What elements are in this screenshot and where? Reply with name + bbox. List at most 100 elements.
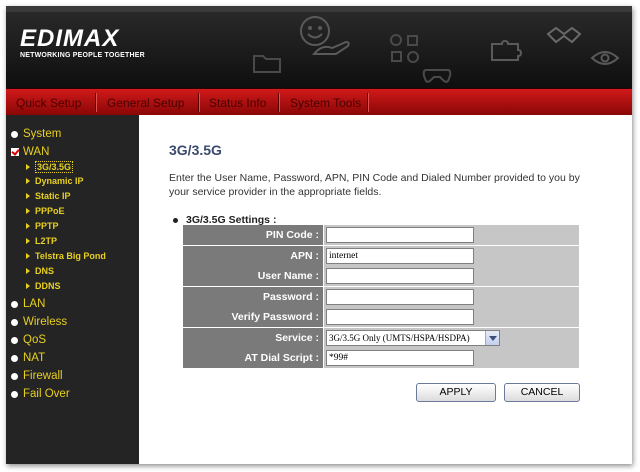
tab-quick-setup[interactable]: Quick Setup: [16, 93, 81, 113]
sidebar-subitem-pptp[interactable]: PPTP: [26, 221, 59, 231]
logo-tagline: NETWORKING PEOPLE TOGETHER: [20, 52, 145, 59]
sidebar-item-label: Wireless: [23, 316, 68, 328]
password-input[interactable]: [326, 288, 474, 305]
subitem-label: Dynamic IP: [35, 176, 84, 186]
subitem-label: DDNS: [35, 281, 61, 291]
field-label: PIN Code :: [183, 225, 323, 245]
subitem-label: DNS: [35, 266, 55, 276]
form-row-password: Password :: [183, 286, 579, 307]
nav-separator: [367, 93, 369, 112]
bullet-icon: [173, 217, 178, 223]
field-cell: [324, 225, 579, 245]
sidebar-item-lan[interactable]: LAN: [11, 298, 45, 310]
triangle-right-icon: [26, 178, 30, 184]
nav-separator: [95, 93, 97, 112]
sidebar-item-system[interactable]: System: [11, 128, 61, 140]
gamepad-icon: [422, 69, 452, 83]
field-cell: [324, 245, 579, 266]
field-cell: [324, 266, 579, 286]
sidebar-subitem-3g[interactable]: 3G/3.5G: [26, 161, 74, 173]
sidebar-subitem-l2tp[interactable]: L2TP: [26, 236, 57, 246]
chevron-down-icon[interactable]: [485, 330, 499, 345]
pin-code-input[interactable]: [326, 227, 474, 243]
tab-general-setup[interactable]: General Setup: [107, 93, 184, 113]
verify-password-input[interactable]: [326, 309, 474, 325]
sidebar-item-label: QoS: [23, 334, 47, 346]
brand-logo: EDIMAX NETWORKING PEOPLE TOGETHER: [20, 25, 145, 60]
form-row-user-name: User Name :: [183, 266, 579, 287]
triangle-right-icon: [26, 193, 30, 199]
sidebar-subitem-telstra[interactable]: Telstra Big Pond: [26, 251, 106, 261]
triangle-right-icon: [26, 223, 30, 229]
tab-system-tools[interactable]: System Tools: [290, 93, 361, 113]
field-label: Service :: [183, 327, 323, 348]
settings-form: PIN Code : APN : User Name : Password :: [183, 225, 579, 369]
field-label: AT Dial Script :: [183, 348, 323, 368]
form-row-apn: APN :: [183, 245, 579, 266]
sidebar-item-label: LAN: [23, 298, 46, 310]
form-row-service: Service : 3G/3.5G Only (UMTS/HSPA/HSDPA): [183, 327, 579, 348]
sidebar-subitem-static-ip[interactable]: Static IP: [26, 191, 71, 201]
bullet-icon: [11, 372, 18, 380]
sidebar-item-fail-over[interactable]: Fail Over: [11, 388, 70, 400]
sidebar-item-label: Firewall: [23, 370, 63, 382]
page-description: Enter the User Name, Password, APN, PIN …: [169, 172, 580, 198]
checkmark-icon: [11, 148, 19, 156]
triangle-right-icon: [26, 268, 30, 274]
header-decoration: [246, 6, 632, 88]
triangle-right-icon: [26, 238, 30, 244]
eye-icon: [590, 51, 620, 65]
nav-separator: [198, 93, 200, 112]
sidebar-item-wireless[interactable]: Wireless: [11, 316, 67, 328]
service-selected-value: 3G/3.5G Only (UMTS/HSPA/HSDPA): [329, 332, 470, 343]
field-label: Password :: [183, 286, 323, 307]
sidebar-subitem-pppoe[interactable]: PPPoE: [26, 206, 65, 216]
bullet-icon: [11, 130, 18, 138]
field-cell: [324, 348, 579, 368]
apn-input[interactable]: [326, 247, 474, 264]
field-label: User Name :: [183, 266, 323, 286]
sidebar-subitem-ddns[interactable]: DDNS: [26, 281, 61, 291]
triangle-right-icon: [26, 283, 30, 289]
cancel-button[interactable]: CANCEL: [504, 383, 580, 402]
bullet-icon: [11, 318, 18, 326]
apply-button[interactable]: APPLY: [416, 383, 496, 402]
subitem-label: Static IP: [35, 191, 71, 201]
subitem-label: Telstra Big Pond: [35, 251, 106, 261]
user-name-input[interactable]: [326, 268, 474, 284]
page-title: 3G/3.5G: [169, 142, 222, 158]
form-row-at-dial-script: AT Dial Script :: [183, 348, 579, 369]
sidebar-subitem-dynamic-ip[interactable]: Dynamic IP: [26, 176, 84, 186]
top-nav-bar: Quick Setup General Setup Status Info Sy…: [6, 88, 632, 115]
puzzle-icon: [491, 40, 523, 61]
bullet-icon: [11, 300, 18, 308]
subitem-label: L2TP: [35, 236, 58, 246]
router-admin-window: EDIMAX NETWORKING PEOPLE TOGETHER Quick …: [6, 6, 632, 464]
logo-wordmark: EDIMAX: [20, 25, 120, 52]
folder-icon: [253, 55, 281, 73]
bullet-icon: [11, 336, 18, 344]
triangle-right-icon: [26, 208, 30, 214]
bullet-icon: [11, 390, 18, 398]
tab-status-info[interactable]: Status Info: [209, 93, 266, 113]
sidebar-item-wan[interactable]: WAN: [11, 146, 49, 158]
sidebar-subitem-dns[interactable]: DNS: [26, 266, 54, 276]
service-select[interactable]: 3G/3.5G Only (UMTS/HSPA/HSDPA): [326, 329, 500, 346]
bullet-icon: [11, 354, 18, 362]
main-content: 3G/3.5G Enter the User Name, Password, A…: [139, 115, 632, 464]
hand-icon: [312, 40, 350, 55]
sidebar-item-label: NAT: [23, 352, 46, 364]
field-label: Verify Password :: [183, 307, 323, 327]
sidebar-item-firewall[interactable]: Firewall: [11, 370, 63, 382]
sidebar-item-qos[interactable]: QoS: [11, 334, 46, 346]
nodes-icon: [390, 34, 419, 63]
sidebar-item-label: System: [23, 128, 62, 140]
subitem-label: PPPoE: [35, 206, 65, 216]
field-cell: [324, 307, 579, 327]
subitem-label: PPTP: [35, 221, 59, 231]
sidebar-menu: System WAN 3G/3.5G Dynamic IP Static IP …: [6, 115, 139, 464]
field-cell: [324, 286, 579, 307]
sidebar-item-label: WAN: [23, 146, 50, 158]
sidebar-item-nat[interactable]: NAT: [11, 352, 45, 364]
at-dial-script-input[interactable]: [326, 350, 474, 366]
